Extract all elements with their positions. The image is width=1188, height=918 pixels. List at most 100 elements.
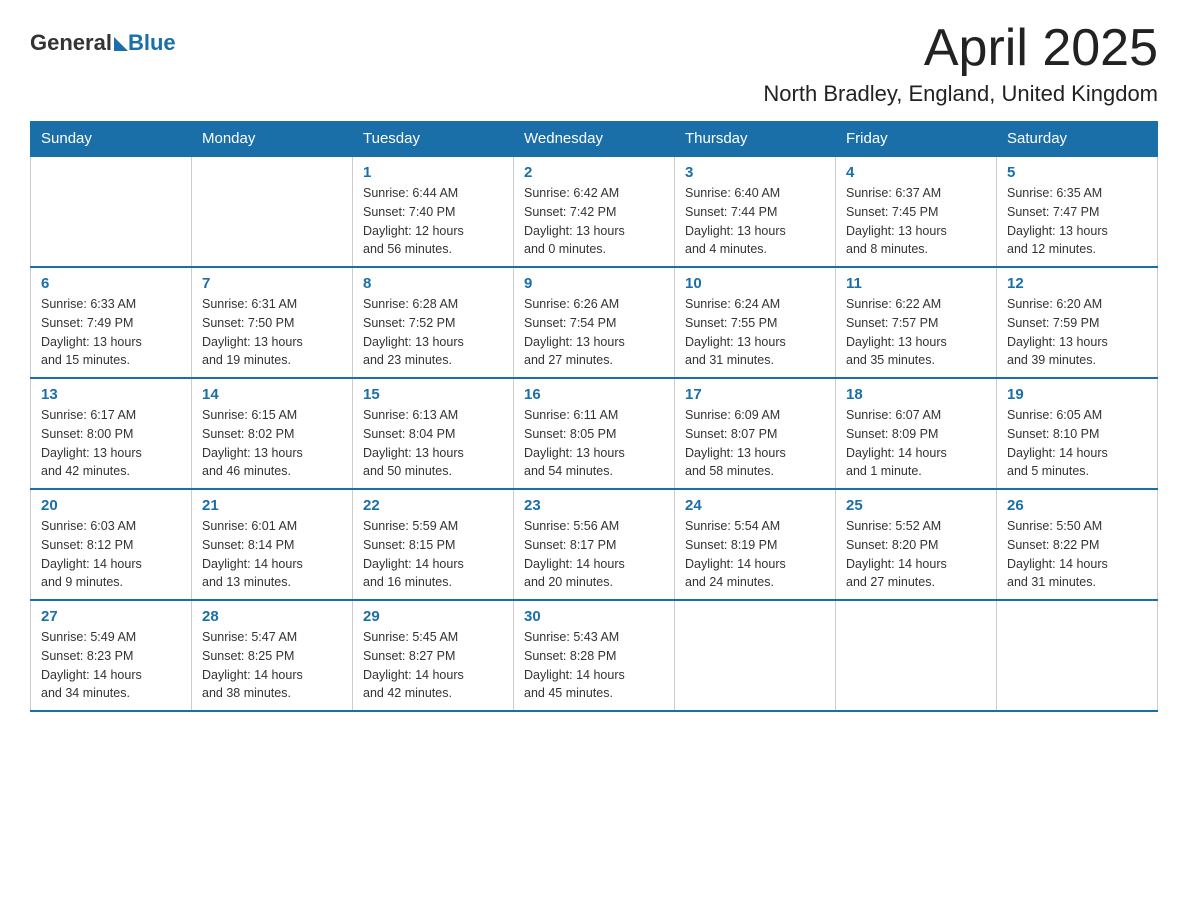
day-number: 5 xyxy=(1007,164,1147,181)
calendar-cell: 7 Sunrise: 6:31 AM Sunset: 7:50 PM Daylig… xyxy=(192,267,353,378)
day-number: 28 xyxy=(202,608,342,625)
day-number: 24 xyxy=(685,497,825,514)
day-info: Sunrise: 6:05 AM Sunset: 8:10 PM Dayligh… xyxy=(1007,406,1147,481)
calendar-header-row: SundayMondayTuesdayWednesdayThursdayFrid… xyxy=(31,122,1158,157)
calendar-cell: 23 Sunrise: 5:56 AM Sunset: 8:17 PM Dayli… xyxy=(514,489,675,600)
day-number: 12 xyxy=(1007,275,1147,292)
calendar-cell xyxy=(675,600,836,711)
day-number: 7 xyxy=(202,275,342,292)
day-info: Sunrise: 5:54 AM Sunset: 8:19 PM Dayligh… xyxy=(685,517,825,592)
day-number: 3 xyxy=(685,164,825,181)
column-header-wednesday: Wednesday xyxy=(514,122,675,157)
calendar-cell: 14 Sunrise: 6:15 AM Sunset: 8:02 PM Dayli… xyxy=(192,378,353,489)
day-number: 25 xyxy=(846,497,986,514)
calendar-cell: 20 Sunrise: 6:03 AM Sunset: 8:12 PM Dayli… xyxy=(31,489,192,600)
calendar-cell: 3 Sunrise: 6:40 AM Sunset: 7:44 PM Daylig… xyxy=(675,156,836,267)
day-info: Sunrise: 6:15 AM Sunset: 8:02 PM Dayligh… xyxy=(202,406,342,481)
calendar-cell: 18 Sunrise: 6:07 AM Sunset: 8:09 PM Dayli… xyxy=(836,378,997,489)
calendar-week-row: 20 Sunrise: 6:03 AM Sunset: 8:12 PM Dayli… xyxy=(31,489,1158,600)
calendar-cell: 1 Sunrise: 6:44 AM Sunset: 7:40 PM Daylig… xyxy=(353,156,514,267)
calendar-cell: 15 Sunrise: 6:13 AM Sunset: 8:04 PM Dayli… xyxy=(353,378,514,489)
day-info: Sunrise: 6:33 AM Sunset: 7:49 PM Dayligh… xyxy=(41,295,181,370)
day-number: 4 xyxy=(846,164,986,181)
calendar-cell: 22Sunrise: 5:59 AM Sunset: 8:15 PM Dayli… xyxy=(353,489,514,600)
calendar-cell: 5 Sunrise: 6:35 AM Sunset: 7:47 PM Daylig… xyxy=(997,156,1158,267)
day-info: Sunrise: 5:47 AM Sunset: 8:25 PM Dayligh… xyxy=(202,628,342,703)
day-info: Sunrise: 5:49 AM Sunset: 8:23 PM Dayligh… xyxy=(41,628,181,703)
calendar-cell: 8 Sunrise: 6:28 AM Sunset: 7:52 PM Daylig… xyxy=(353,267,514,378)
calendar-cell: 6 Sunrise: 6:33 AM Sunset: 7:49 PM Daylig… xyxy=(31,267,192,378)
calendar-week-row: 1 Sunrise: 6:44 AM Sunset: 7:40 PM Daylig… xyxy=(31,156,1158,267)
day-info: Sunrise: 6:44 AM Sunset: 7:40 PM Dayligh… xyxy=(363,184,503,259)
column-header-friday: Friday xyxy=(836,122,997,157)
calendar-cell: 12 Sunrise: 6:20 AM Sunset: 7:59 PM Dayli… xyxy=(997,267,1158,378)
logo: General Blue xyxy=(30,30,176,56)
day-info: Sunrise: 6:28 AM Sunset: 7:52 PM Dayligh… xyxy=(363,295,503,370)
day-number: 29 xyxy=(363,608,503,625)
calendar-week-row: 6 Sunrise: 6:33 AM Sunset: 7:49 PM Daylig… xyxy=(31,267,1158,378)
calendar-week-row: 13Sunrise: 6:17 AM Sunset: 8:00 PM Dayli… xyxy=(31,378,1158,489)
day-number: 21 xyxy=(202,497,342,514)
calendar-table: SundayMondayTuesdayWednesdayThursdayFrid… xyxy=(30,121,1158,712)
day-info: Sunrise: 5:52 AM Sunset: 8:20 PM Dayligh… xyxy=(846,517,986,592)
day-number: 16 xyxy=(524,386,664,403)
day-info: Sunrise: 6:11 AM Sunset: 8:05 PM Dayligh… xyxy=(524,406,664,481)
day-number: 2 xyxy=(524,164,664,181)
day-number: 27 xyxy=(41,608,181,625)
day-number: 18 xyxy=(846,386,986,403)
day-number: 20 xyxy=(41,497,181,514)
calendar-cell: 25 Sunrise: 5:52 AM Sunset: 8:20 PM Dayli… xyxy=(836,489,997,600)
day-number: 15 xyxy=(363,386,503,403)
day-number: 1 xyxy=(363,164,503,181)
logo-triangle-icon xyxy=(114,37,128,51)
day-info: Sunrise: 6:13 AM Sunset: 8:04 PM Dayligh… xyxy=(363,406,503,481)
day-number: 9 xyxy=(524,275,664,292)
calendar-cell xyxy=(997,600,1158,711)
day-info: Sunrise: 6:31 AM Sunset: 7:50 PM Dayligh… xyxy=(202,295,342,370)
day-info: Sunrise: 6:26 AM Sunset: 7:54 PM Dayligh… xyxy=(524,295,664,370)
day-info: Sunrise: 6:03 AM Sunset: 8:12 PM Dayligh… xyxy=(41,517,181,592)
day-info: Sunrise: 6:01 AM Sunset: 8:14 PM Dayligh… xyxy=(202,517,342,592)
calendar-cell: 24 Sunrise: 5:54 AM Sunset: 8:19 PM Dayli… xyxy=(675,489,836,600)
day-info: Sunrise: 6:09 AM Sunset: 8:07 PM Dayligh… xyxy=(685,406,825,481)
day-number: 11 xyxy=(846,275,986,292)
day-info: Sunrise: 6:40 AM Sunset: 7:44 PM Dayligh… xyxy=(685,184,825,259)
calendar-cell: 19 Sunrise: 6:05 AM Sunset: 8:10 PM Dayli… xyxy=(997,378,1158,489)
day-number: 19 xyxy=(1007,386,1147,403)
calendar-cell: 29 Sunrise: 5:45 AM Sunset: 8:27 PM Dayli… xyxy=(353,600,514,711)
day-info: Sunrise: 6:22 AM Sunset: 7:57 PM Dayligh… xyxy=(846,295,986,370)
day-number: 23 xyxy=(524,497,664,514)
calendar-cell: 11 Sunrise: 6:22 AM Sunset: 7:57 PM Dayli… xyxy=(836,267,997,378)
day-info: Sunrise: 6:20 AM Sunset: 7:59 PM Dayligh… xyxy=(1007,295,1147,370)
day-info: Sunrise: 5:50 AM Sunset: 8:22 PM Dayligh… xyxy=(1007,517,1147,592)
day-number: 17 xyxy=(685,386,825,403)
calendar-cell: 21 Sunrise: 6:01 AM Sunset: 8:14 PM Dayli… xyxy=(192,489,353,600)
calendar-cell xyxy=(31,156,192,267)
calendar-cell: 2 Sunrise: 6:42 AM Sunset: 7:42 PM Daylig… xyxy=(514,156,675,267)
day-info: Sunrise: 5:45 AM Sunset: 8:27 PM Dayligh… xyxy=(363,628,503,703)
day-number: 14 xyxy=(202,386,342,403)
day-number: 8 xyxy=(363,275,503,292)
day-number: 6 xyxy=(41,275,181,292)
calendar-cell: 30Sunrise: 5:43 AM Sunset: 8:28 PM Dayli… xyxy=(514,600,675,711)
day-info: Sunrise: 6:07 AM Sunset: 8:09 PM Dayligh… xyxy=(846,406,986,481)
calendar-week-row: 27 Sunrise: 5:49 AM Sunset: 8:23 PM Dayli… xyxy=(31,600,1158,711)
day-info: Sunrise: 5:59 AM Sunset: 8:15 PM Dayligh… xyxy=(363,517,503,592)
day-info: Sunrise: 5:56 AM Sunset: 8:17 PM Dayligh… xyxy=(524,517,664,592)
day-info: Sunrise: 6:17 AM Sunset: 8:00 PM Dayligh… xyxy=(41,406,181,481)
calendar-cell: 17 Sunrise: 6:09 AM Sunset: 8:07 PM Dayli… xyxy=(675,378,836,489)
day-info: Sunrise: 6:37 AM Sunset: 7:45 PM Dayligh… xyxy=(846,184,986,259)
column-header-thursday: Thursday xyxy=(675,122,836,157)
logo-general-text: General xyxy=(30,30,112,56)
column-header-tuesday: Tuesday xyxy=(353,122,514,157)
column-header-sunday: Sunday xyxy=(31,122,192,157)
day-info: Sunrise: 6:42 AM Sunset: 7:42 PM Dayligh… xyxy=(524,184,664,259)
day-info: Sunrise: 6:24 AM Sunset: 7:55 PM Dayligh… xyxy=(685,295,825,370)
day-info: Sunrise: 5:43 AM Sunset: 8:28 PM Dayligh… xyxy=(524,628,664,703)
calendar-cell: 10Sunrise: 6:24 AM Sunset: 7:55 PM Dayli… xyxy=(675,267,836,378)
column-header-saturday: Saturday xyxy=(997,122,1158,157)
calendar-cell: 16 Sunrise: 6:11 AM Sunset: 8:05 PM Dayli… xyxy=(514,378,675,489)
day-info: Sunrise: 6:35 AM Sunset: 7:47 PM Dayligh… xyxy=(1007,184,1147,259)
calendar-cell xyxy=(192,156,353,267)
calendar-cell xyxy=(836,600,997,711)
